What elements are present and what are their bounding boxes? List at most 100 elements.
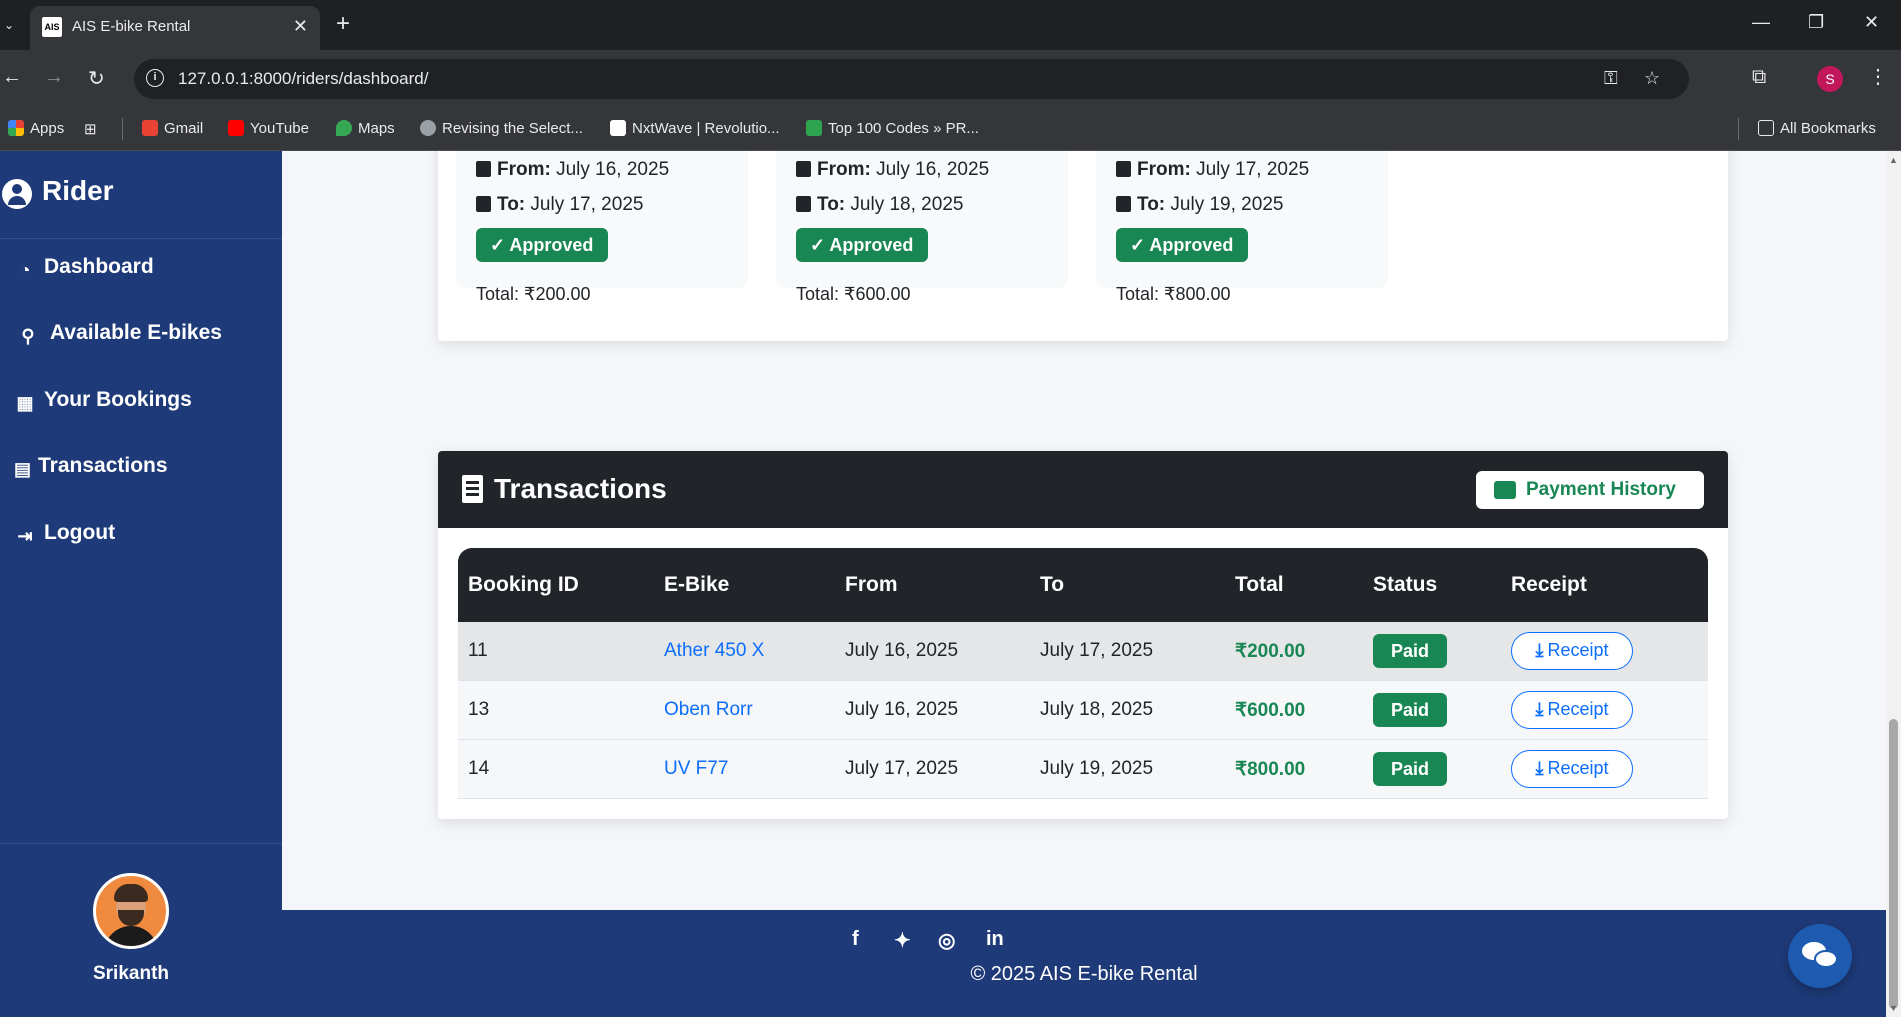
tab-title: AIS E-bike Rental: [72, 18, 191, 35]
nxtwave-icon: [610, 120, 626, 136]
table-row: 14 UV F77 July 17, 2025 July 19, 2025 ₹8…: [458, 740, 1708, 799]
youtube-icon: [228, 120, 244, 136]
all-bookmarks[interactable]: All Bookmarks: [1758, 120, 1876, 137]
column-header: Receipt: [1501, 548, 1708, 622]
profile-avatar[interactable]: S: [1817, 66, 1843, 92]
reload-icon[interactable]: ↻: [88, 66, 105, 91]
ebike-link[interactable]: Oben Rorr: [654, 681, 835, 740]
scroll-down-arrow-icon[interactable]: ▼: [1889, 1003, 1898, 1013]
bookmark-revising[interactable]: Revising the Select...: [420, 120, 583, 137]
check-icon: ✓: [1130, 235, 1150, 255]
ebike-link[interactable]: Ather 450 X: [654, 622, 835, 681]
receipt-button[interactable]: ⤓ Receipt: [1511, 632, 1633, 670]
check-icon: ✓: [490, 235, 510, 255]
receipt-cell: ⤓ Receipt: [1501, 740, 1708, 799]
total-amount: ₹800.00: [1225, 740, 1363, 799]
status-badge-approved: ✓ Approved: [796, 228, 929, 262]
bookmark-maps[interactable]: Maps: [336, 120, 395, 137]
avatar-shirt: [104, 926, 158, 946]
minimize-icon[interactable]: —: [1752, 12, 1770, 33]
bookmark-top100[interactable]: Top 100 Codes » PR...: [806, 120, 979, 137]
calendar-icon: [796, 196, 811, 212]
sidebar-item-transactions[interactable]: ▤ Transactions: [14, 454, 168, 481]
to-date: July 18, 2025: [1030, 681, 1225, 740]
booking-card[interactable]: From: July 16, 2025 To: July 17, 2025 ✓ …: [456, 151, 748, 304]
gmail-icon: [142, 120, 158, 136]
booking-from: From: July 16, 2025: [796, 159, 989, 181]
receipt-button[interactable]: ⤓ Receipt: [1511, 750, 1633, 788]
apps-grid-icon: [8, 120, 24, 136]
back-arrow-icon[interactable]: ←: [2, 66, 22, 89]
receipt-icon: ▤: [14, 459, 32, 479]
url-text[interactable]: 127.0.0.1:8000/riders/dashboard/: [178, 69, 428, 89]
address-toolbar: ← → ↻ i 127.0.0.1:8000/riders/dashboard/…: [0, 50, 1901, 108]
browser-menu-icon[interactable]: ⋮: [1868, 64, 1888, 89]
sidebar-item-dashboard[interactable]: ◔ Dashboard: [14, 255, 154, 282]
page-viewport: Rider ◔ Dashboard ⚲ Available E-bikes ▦ You…: [0, 151, 1886, 1017]
tab-search-chevron-icon[interactable]: ⌄: [0, 14, 18, 36]
booking-total: Total: ₹800.00: [1116, 284, 1231, 304]
bookings-card: From: July 16, 2025 To: July 17, 2025 ✓ …: [438, 151, 1728, 341]
booking-to: To: July 19, 2025: [1116, 194, 1283, 216]
booking-id: 14: [458, 740, 654, 799]
receipt-cell: ⤓ Receipt: [1501, 622, 1708, 681]
bookmark-youtube[interactable]: YouTube: [228, 120, 309, 137]
column-header: E-Bike: [654, 548, 835, 622]
bookmark-gmail[interactable]: Gmail: [142, 120, 203, 137]
total-amount: ₹200.00: [1225, 622, 1363, 681]
password-key-icon[interactable]: ⚿: [1604, 68, 1618, 89]
linkedin-icon[interactable]: in: [986, 928, 1004, 951]
browser-tab[interactable]: AIS AIS E-bike Rental ✕: [30, 6, 320, 50]
bookmark-star-icon[interactable]: ☆: [1644, 68, 1660, 89]
chat-button[interactable]: [1788, 924, 1852, 988]
sidebar-brand: Rider: [0, 175, 282, 239]
status-cell: Paid: [1363, 681, 1501, 740]
sidebar-item-logout[interactable]: ⇥ Logout: [14, 521, 115, 548]
user-avatar[interactable]: [93, 873, 169, 949]
tab-groups-icon[interactable]: ⊞: [84, 120, 97, 138]
scroll-up-arrow-icon[interactable]: ▲: [1889, 155, 1898, 165]
avatar-hair: [114, 884, 148, 902]
bookmark-separator: [1738, 118, 1739, 140]
booking-id: 13: [458, 681, 654, 740]
bookmark-nxtwave[interactable]: NxtWave | Revolutio...: [610, 120, 780, 137]
sidebar-item-available-ebikes[interactable]: ⚲ Available E-bikes: [14, 321, 222, 348]
column-header: Status: [1363, 548, 1501, 622]
calendar-icon: [1116, 161, 1131, 177]
window-close-icon[interactable]: ✕: [1864, 12, 1879, 33]
dashboard-gauge-icon: ◔: [19, 260, 31, 280]
booking-to: To: July 18, 2025: [796, 194, 963, 216]
omnibox[interactable]: i 127.0.0.1:8000/riders/dashboard/ ☆ ⚿: [134, 59, 1689, 99]
instagram-icon[interactable]: ◎: [938, 928, 955, 953]
receipt-cell: ⤓ Receipt: [1501, 681, 1708, 740]
booking-card[interactable]: From: July 16, 2025 To: July 18, 2025 ✓ …: [776, 151, 1068, 304]
ebike-link[interactable]: UV F77: [654, 740, 835, 799]
booking-card[interactable]: From: July 17, 2025 To: July 19, 2025 ✓ …: [1096, 151, 1388, 304]
receipt-button[interactable]: ⤓ Receipt: [1511, 691, 1633, 729]
download-icon: ⤓: [1535, 758, 1544, 778]
payment-history-button[interactable]: Payment History: [1476, 471, 1704, 509]
tab-close-icon[interactable]: ✕: [293, 16, 308, 37]
page-scrollbar[interactable]: ▲ ▼: [1886, 151, 1901, 1017]
new-tab-icon[interactable]: +: [336, 10, 350, 38]
bookmarks-bar: Apps ⊞ Gmail YouTube Maps Revising the S…: [0, 108, 1901, 151]
booking-from: From: July 16, 2025: [476, 159, 669, 181]
scrollbar-thumb[interactable]: [1889, 719, 1898, 1009]
user-name: Srikanth: [92, 963, 170, 984]
forward-arrow-icon[interactable]: →: [44, 66, 64, 89]
bookmark-separator: [122, 118, 123, 140]
restore-icon[interactable]: ❐: [1808, 12, 1824, 33]
column-header: Booking ID: [458, 548, 654, 622]
twitter-icon[interactable]: ✦: [894, 928, 911, 953]
sidebar-item-your-bookings[interactable]: ▦ Your Bookings: [14, 388, 191, 415]
extensions-puzzle-icon[interactable]: ⧉: [1752, 66, 1766, 89]
from-date: July 16, 2025: [835, 681, 1030, 740]
facebook-icon[interactable]: f: [852, 928, 859, 951]
site-info-icon[interactable]: i: [146, 69, 164, 87]
receipt-icon: [462, 475, 483, 503]
bookmark-apps[interactable]: Apps: [8, 120, 64, 137]
booking-total: Total: ₹200.00: [476, 284, 591, 304]
avatar-beard: [118, 910, 144, 926]
chat-bubble-icon: [1814, 950, 1838, 968]
status-cell: Paid: [1363, 740, 1501, 799]
